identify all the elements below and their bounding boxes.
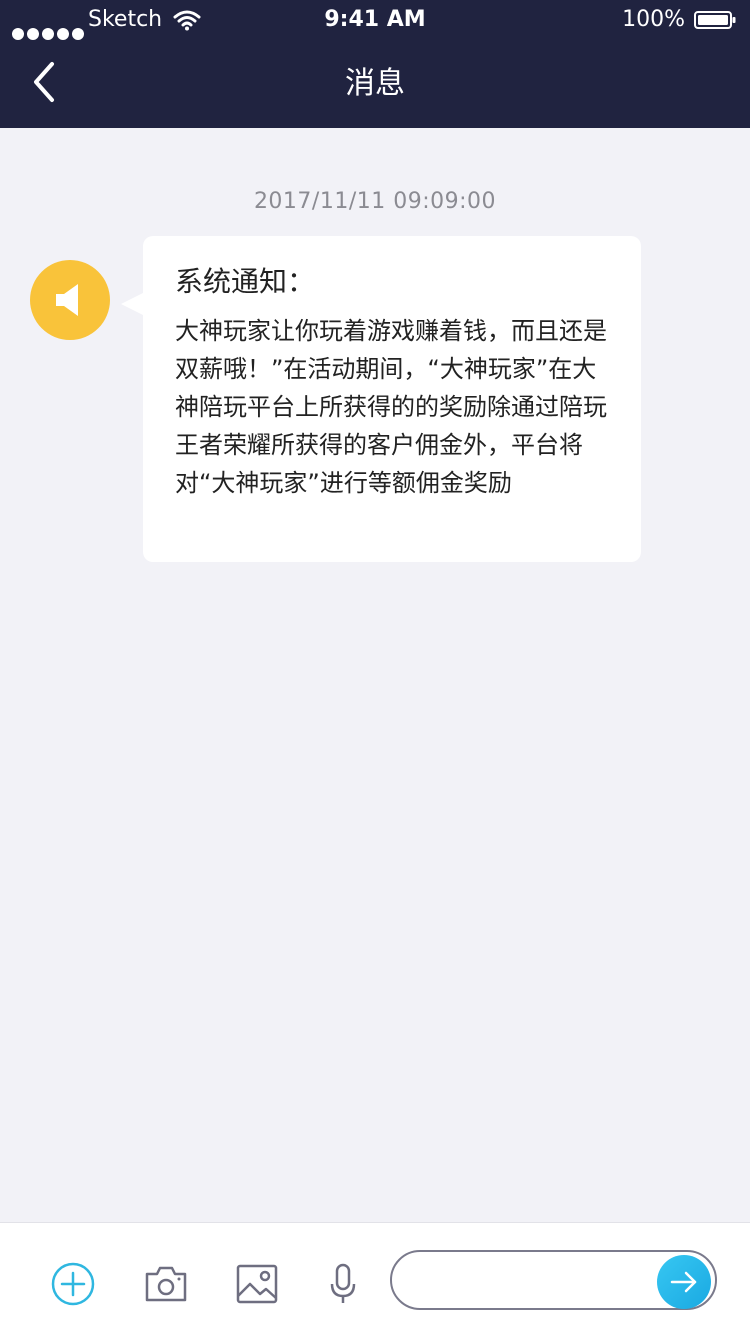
system-avatar bbox=[30, 260, 110, 340]
camera-icon[interactable] bbox=[143, 1262, 189, 1306]
bubble-tail bbox=[121, 292, 145, 316]
speaker-icon bbox=[56, 284, 78, 316]
message-input[interactable] bbox=[412, 1262, 646, 1302]
image-icon[interactable] bbox=[234, 1262, 280, 1306]
microphone-icon[interactable] bbox=[320, 1262, 366, 1306]
message-bubble: 系统通知： 大神玩家让你玩着游戏赚着钱，而且还是双薪哦！”在活动期间，“大神玩家… bbox=[143, 236, 641, 562]
battery-icon bbox=[694, 11, 736, 29]
battery-percentage: 100% bbox=[622, 7, 685, 32]
plus-circle-icon[interactable] bbox=[50, 1262, 96, 1306]
status-bar: Sketch 9:41 AM 100% bbox=[0, 0, 750, 40]
send-button[interactable] bbox=[657, 1255, 711, 1309]
message-timestamp: 2017/11/11 09:09:00 bbox=[253, 189, 497, 214]
arrow-right-icon bbox=[670, 1271, 697, 1293]
message-body: 大神玩家让你玩着游戏赚着钱，而且还是双薪哦！”在活动期间，“大神玩家”在大神陪玩… bbox=[175, 317, 607, 497]
message-title: 系统通知： bbox=[175, 265, 316, 298]
page-title: 消息 bbox=[345, 66, 405, 101]
top-bar: Sketch 9:41 AM 100% 消息 bbox=[0, 0, 750, 128]
